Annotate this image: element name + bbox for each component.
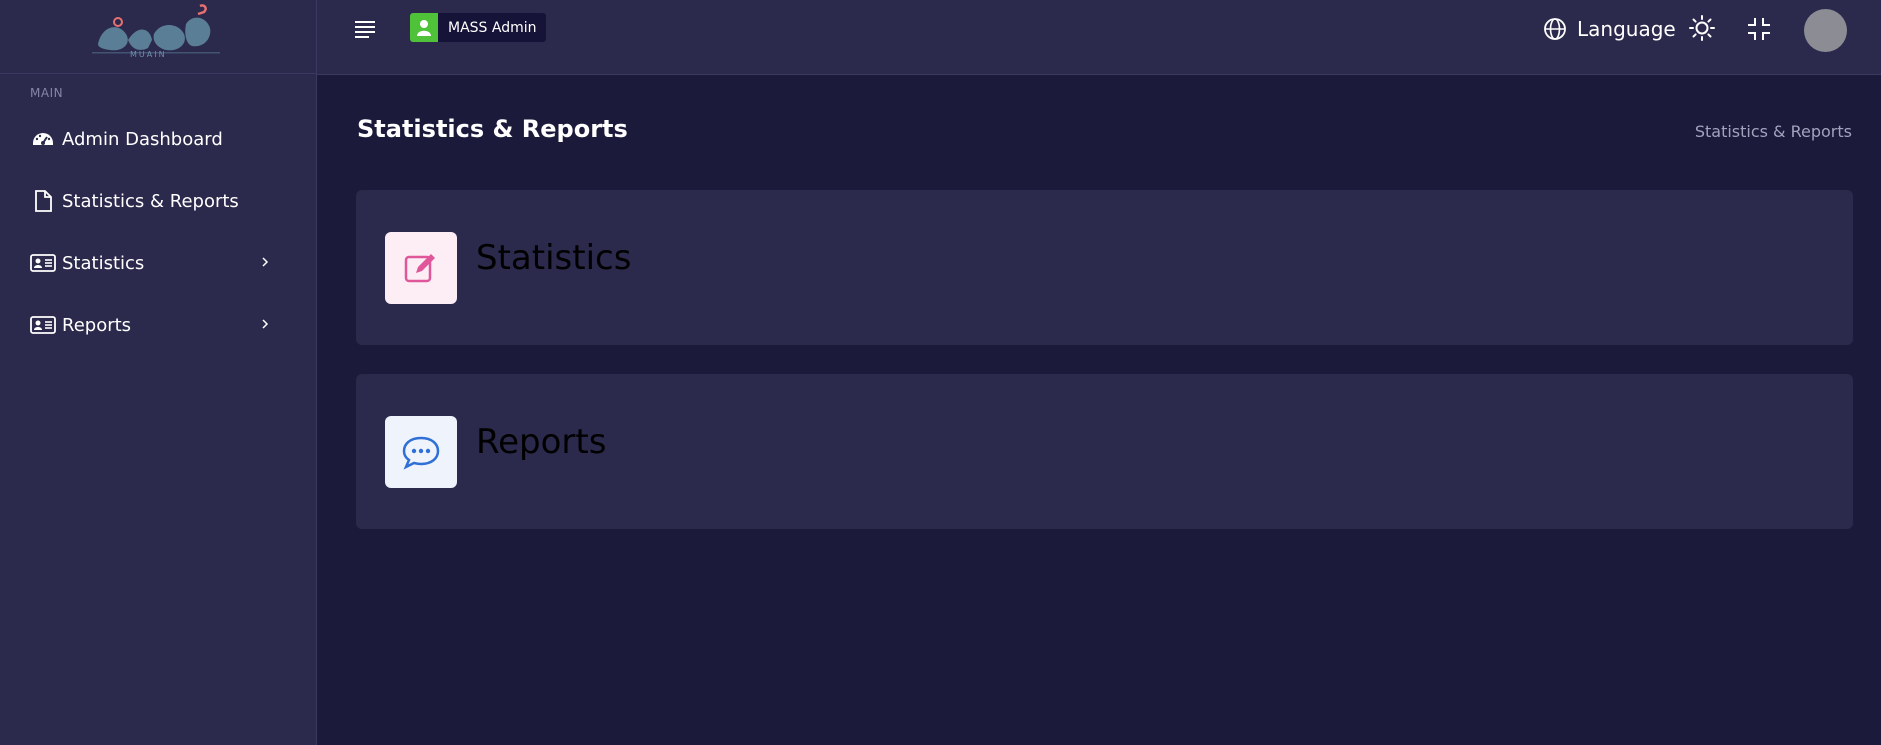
edit-icon — [385, 232, 457, 304]
logo-area: MUAIN — [0, 0, 316, 74]
sidebar-item-label: Admin Dashboard — [62, 128, 223, 150]
page-title: Statistics & Reports — [357, 115, 628, 143]
sidebar: MUAIN MAIN Admin Dashboard Statistics & … — [0, 0, 317, 745]
language-label: Language — [1577, 17, 1676, 41]
chevron-right-icon — [262, 319, 269, 329]
avatar[interactable] — [1804, 9, 1847, 52]
id-card-icon — [30, 250, 56, 276]
user-icon — [410, 13, 438, 42]
sidebar-item-label: Reports — [62, 314, 132, 336]
card-title: Statistics — [476, 238, 632, 278]
card-title: Reports — [476, 422, 607, 462]
card-reports[interactable]: Reports — [356, 374, 1853, 529]
id-card-icon — [30, 312, 56, 338]
sidebar-item-label: Statistics — [62, 252, 145, 274]
menu-icon[interactable] — [352, 17, 378, 41]
sidebar-item-admin-dashboard[interactable]: Admin Dashboard — [30, 119, 282, 159]
exit-fullscreen-icon[interactable] — [1746, 16, 1772, 42]
globe-icon — [1544, 18, 1566, 40]
sidebar-item-statistics-reports[interactable]: Statistics & Reports — [30, 181, 282, 221]
sidebar-item-statistics[interactable]: Statistics — [30, 243, 282, 283]
chat-bubble-icon — [385, 416, 457, 488]
language-selector[interactable]: Language — [1543, 14, 1676, 44]
sidebar-item-reports[interactable]: Reports — [30, 305, 282, 345]
user-role-label: MASS Admin — [448, 19, 537, 36]
card-statistics[interactable]: Statistics — [356, 190, 1853, 345]
dashboard-gauge-icon — [30, 126, 56, 152]
sun-icon[interactable] — [1688, 14, 1716, 42]
chevron-right-icon — [262, 257, 269, 267]
brand-subtitle: MUAIN — [130, 50, 167, 59]
user-role-chip[interactable]: MASS Admin — [410, 13, 546, 42]
sidebar-item-label: Statistics & Reports — [62, 190, 239, 212]
top-bar: MASS Admin Language — [317, 0, 1881, 75]
nav-section-label: MAIN — [30, 86, 64, 100]
breadcrumb[interactable]: Statistics & Reports — [1695, 122, 1852, 141]
file-icon — [30, 188, 56, 214]
